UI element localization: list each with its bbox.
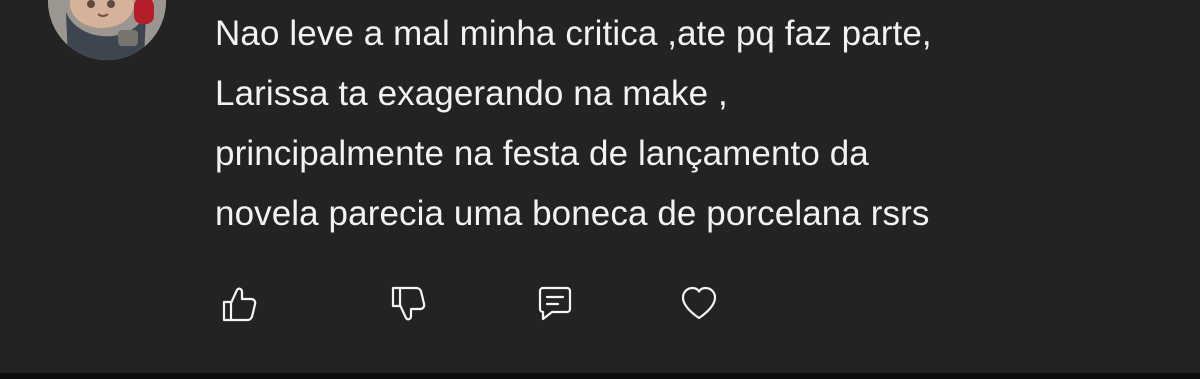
thumbs-up-icon [222, 287, 257, 322]
bottom-divider [0, 373, 1200, 379]
reply-button[interactable] [531, 280, 579, 328]
message-square-icon [538, 286, 572, 321]
comment-text: Nao leve a mal minha critica ,ate pq faz… [215, 4, 1135, 244]
comment-card: Nao leve a mal minha critica ,ate pq faz… [0, 0, 1200, 373]
avatar-image [48, 0, 166, 60]
like-button[interactable] [214, 280, 262, 328]
comment-line-1: Nao leve a mal minha critica ,ate pq faz… [215, 14, 932, 53]
comment-line-4: novela parecia uma boneca de porcelana r… [215, 194, 930, 233]
dislike-button[interactable] [383, 280, 431, 328]
heart-icon [681, 286, 717, 320]
favorite-button[interactable] [675, 280, 723, 328]
thumbs-down-icon [391, 286, 426, 321]
comment-line-3: principalmente na festa de lançamento da [215, 134, 869, 173]
comment-line-2: Larissa ta exagerando na make , [215, 74, 728, 113]
user-avatar[interactable] [48, 0, 166, 60]
